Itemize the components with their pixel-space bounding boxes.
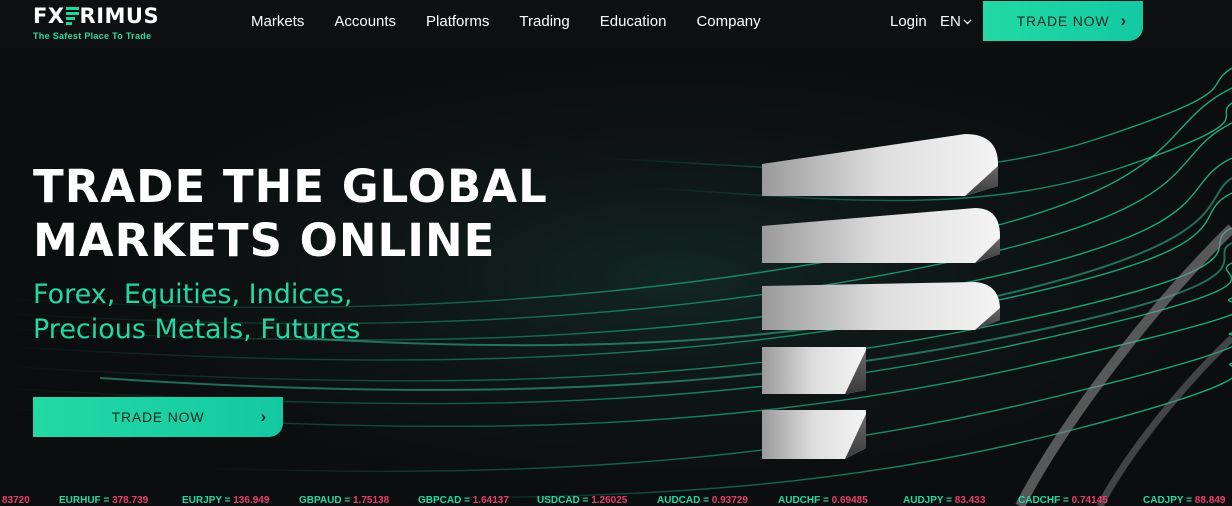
- nav-education[interactable]: Education: [600, 13, 667, 30]
- nav-trading[interactable]: Trading: [519, 13, 569, 30]
- ticker-item: EURHUF = 378.739: [59, 495, 149, 506]
- price-ticker: 83720 EURHUF = 378.739 EURJPY = 136.949 …: [0, 495, 1232, 506]
- hero-subtitle-line-1: Forex, Equities, Indices,: [33, 279, 353, 310]
- ticker-item: EURJPY = 136.949: [182, 495, 270, 506]
- login-link[interactable]: Login: [890, 13, 927, 30]
- logo-tagline: The Safest Place To Trade: [33, 31, 152, 41]
- language-label: EN: [940, 13, 961, 30]
- chevron-right-icon: ›: [260, 407, 267, 426]
- nav-company[interactable]: Company: [696, 13, 760, 30]
- hero-subtitle: Forex, Equities, Indices, Precious Metal…: [33, 277, 360, 347]
- ticker-item: GBPCAD = 1.64137: [418, 495, 509, 506]
- ticker-item: AUDCHF = 0.69485: [778, 495, 868, 506]
- ticker-item: USDCAD = 1.26025: [537, 495, 628, 506]
- ticker-item: AUDJPY = 83.433: [903, 495, 986, 506]
- chevron-down-icon: [963, 19, 972, 24]
- hero-trade-now-button[interactable]: TRADE NOW ›: [33, 397, 283, 437]
- chevron-right-icon: ›: [1120, 11, 1127, 30]
- hero-title-line-1: TRADE THE GLOBAL: [33, 160, 548, 213]
- ticker-item: GBPAUD = 1.75138: [299, 495, 390, 506]
- language-selector[interactable]: EN: [940, 13, 972, 30]
- main-nav: Markets Accounts Platforms Trading Educa…: [251, 13, 791, 30]
- logo-p-bars-icon: [65, 7, 79, 25]
- hero-trade-now-label: TRADE NOW: [111, 409, 205, 425]
- hero-subtitle-line-2: Precious Metals, Futures: [33, 314, 361, 345]
- nav-platforms[interactable]: Platforms: [426, 13, 489, 30]
- header-trade-now-label: TRADE NOW: [1016, 13, 1110, 29]
- hero-title-line-2: MARKETS ONLINE: [33, 214, 496, 267]
- hero-title: TRADE THE GLOBAL MARKETS ONLINE: [33, 160, 548, 268]
- ticker-item: 83720: [2, 495, 30, 506]
- nav-markets[interactable]: Markets: [251, 13, 304, 30]
- top-navigation-bar: FX RIMUS The Safest Place To Trade Marke…: [0, 0, 1232, 48]
- ticker-item: CADCHF = 0.74145: [1018, 495, 1108, 506]
- header-trade-now-button[interactable]: TRADE NOW ›: [983, 1, 1143, 41]
- nav-accounts[interactable]: Accounts: [334, 13, 396, 30]
- logo-text-right: RIMUS: [79, 4, 160, 28]
- ticker-item: AUDCAD = 0.93729: [657, 495, 748, 506]
- fxprimus-logo[interactable]: FX RIMUS The Safest Place To Trade: [33, 4, 159, 41]
- logo-text-left: FX: [33, 4, 65, 28]
- ticker-item: CADJPY = 88.849: [1143, 495, 1226, 506]
